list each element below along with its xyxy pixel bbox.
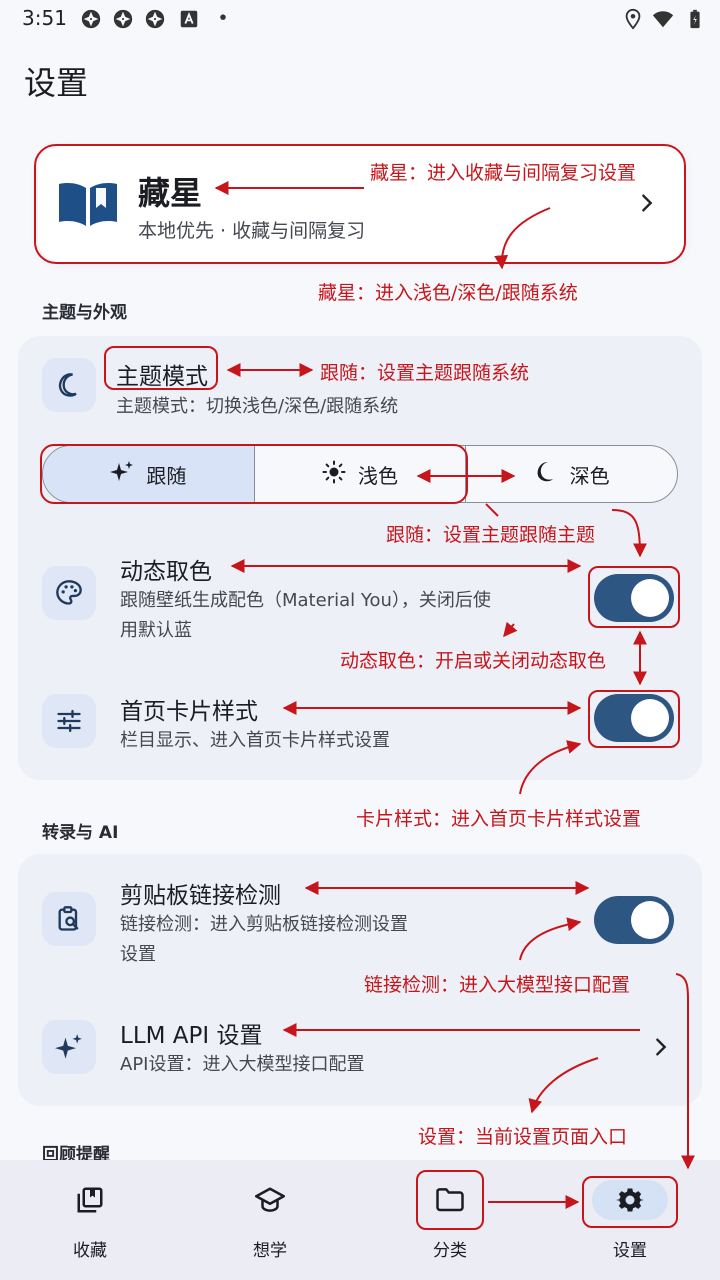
- wifi-icon: [652, 8, 674, 30]
- dot-icon: [212, 8, 234, 30]
- dynamic-color-title: 动态取色: [120, 559, 212, 585]
- aperture-icon: [144, 8, 166, 30]
- clipboard-subtitle-2: 设置: [120, 944, 156, 965]
- home-card-style-title: 首页卡片样式: [120, 699, 258, 725]
- page-title: 设置: [24, 64, 89, 102]
- annotation-box-card-toggle: [588, 690, 680, 748]
- nav-label-settings: 设置: [613, 1241, 647, 1261]
- annotation-text: 动态取色：开启或关闭动态取色: [340, 650, 607, 672]
- sparkle-icon: [42, 1020, 96, 1074]
- annotation-box-settings: [582, 1176, 678, 1228]
- annotation-box-dynamic-toggle: [588, 566, 680, 628]
- aperture-icon: [80, 8, 102, 30]
- nav-label-collect: 收藏: [73, 1241, 107, 1261]
- section-label-transcribe: 转录与 AI: [42, 823, 119, 843]
- moon-icon: [534, 460, 558, 489]
- dynamic-color-subtitle-1: 跟随壁纸生成配色（Material You），关闭后使: [120, 590, 491, 611]
- nav-label-category: 分类: [433, 1241, 467, 1261]
- home-card-style-subtitle: 栏目显示、进入首页卡片样式设置: [120, 730, 390, 751]
- annotation-box-category: [416, 1170, 484, 1230]
- moon-icon: [42, 358, 96, 412]
- chevron-right-icon[interactable]: [650, 1036, 672, 1062]
- bookmark-collection-icon: [52, 1180, 128, 1220]
- annotation-box-theme-title: [104, 346, 218, 390]
- clipboard-toggle[interactable]: [594, 896, 674, 944]
- annotation-text: 跟随：设置主题跟随系统: [320, 362, 530, 384]
- section-label-theme: 主题与外观: [42, 303, 127, 323]
- status-bar: [0, 0, 720, 40]
- dynamic-color-subtitle-2: 用默认蓝: [120, 620, 192, 641]
- annotation-text: 跟随：设置主题跟随主题: [386, 524, 596, 546]
- theme-mode-subtitle: 主题模式：切换浅色/深色/跟随系统: [116, 396, 399, 417]
- battery-icon: [684, 8, 706, 30]
- aperture-icon: [112, 8, 134, 30]
- location-icon: [622, 8, 644, 30]
- clipboard-subtitle-1: 链接检测：进入剪贴板链接检测设置: [120, 914, 408, 935]
- annotation-text: 链接检测：进入大模型接口配置: [364, 974, 631, 996]
- llm-api-subtitle: API设置：进入大模型接口配置: [120, 1054, 365, 1075]
- nav-item-collect[interactable]: 收藏: [30, 1172, 150, 1272]
- nav-label-learn: 想学: [253, 1241, 287, 1261]
- nav-item-learn[interactable]: 想学: [210, 1172, 330, 1272]
- segment-dark-label: 深色: [569, 463, 610, 488]
- sliders-icon: [42, 694, 96, 748]
- annotation-text: 设置：当前设置页面入口: [418, 1126, 628, 1148]
- status-time: 3:51: [22, 6, 67, 30]
- clipboard-search-icon: [42, 892, 96, 946]
- palette-icon: [42, 566, 96, 620]
- llm-api-title: LLM API 设置: [120, 1023, 263, 1049]
- font-a-icon: [178, 8, 200, 30]
- annotation-box-segments: [40, 444, 468, 504]
- graduation-cap-icon: [232, 1180, 308, 1220]
- annotation-text: 卡片样式：进入首页卡片样式设置: [356, 808, 642, 830]
- annotation-text: 藏星：进入浅色/深色/跟随系统: [318, 282, 578, 304]
- clipboard-title: 剪贴板链接检测: [120, 883, 281, 909]
- segment-dark[interactable]: 深色: [466, 446, 677, 502]
- annotation-text: 藏星：进入收藏与间隔复习设置: [370, 162, 637, 184]
- toggle-knob: [631, 901, 669, 939]
